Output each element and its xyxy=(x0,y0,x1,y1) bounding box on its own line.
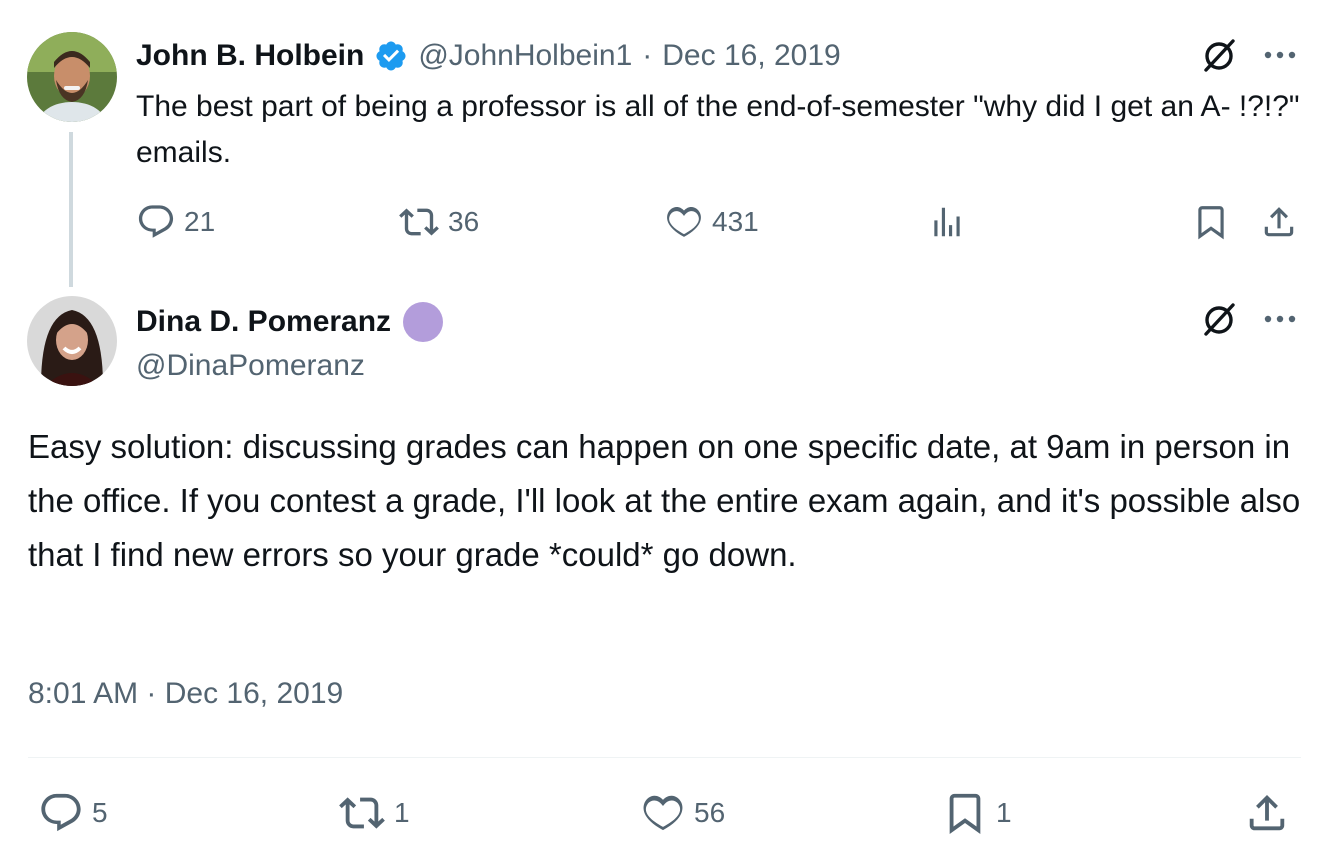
retweet-count: 36 xyxy=(448,206,480,237)
retweet-icon xyxy=(338,790,386,836)
purple-badge-icon xyxy=(403,302,444,342)
heart-icon xyxy=(664,202,704,242)
views-chart-icon[interactable] xyxy=(928,203,966,241)
like-count: 431 xyxy=(712,206,759,237)
share-icon[interactable] xyxy=(1260,202,1298,242)
grok-icon[interactable] xyxy=(1200,36,1238,74)
separator-dot: · xyxy=(642,39,653,72)
main-tweet-text: Easy solution: discussing grades can hap… xyxy=(28,428,1301,573)
verified-badge-icon xyxy=(374,39,408,73)
retweet-button[interactable]: 1 xyxy=(338,790,410,836)
more-options-icon[interactable] xyxy=(1262,309,1298,329)
retweet-button[interactable]: 36 xyxy=(398,202,479,242)
divider xyxy=(28,757,1301,758)
author-name[interactable]: Dina D. Pomeranz xyxy=(136,304,391,340)
grok-icon[interactable] xyxy=(1200,300,1238,338)
thread-line xyxy=(69,132,73,287)
like-button[interactable]: 56 xyxy=(640,790,725,836)
retweet-count: 1 xyxy=(394,797,410,828)
main-tweet-header: Dina D. Pomeranz xyxy=(136,302,444,342)
reply-button[interactable]: 21 xyxy=(136,202,215,242)
avatar-dina-pomeranz[interactable] xyxy=(27,296,117,386)
bookmark-button[interactable]: 1 xyxy=(942,790,1012,836)
author-handle[interactable]: @DinaPomeranz xyxy=(136,348,365,384)
parent-tweet-header: John B. Holbein @JohnHolbein1 · Dec 16, … xyxy=(136,38,841,74)
avatar-john-holbein[interactable] xyxy=(27,32,117,122)
like-button[interactable]: 431 xyxy=(664,202,759,242)
bookmark-count: 1 xyxy=(996,797,1012,828)
reply-count: 21 xyxy=(184,206,216,237)
bookmark-icon xyxy=(942,790,988,836)
retweet-icon xyxy=(398,202,440,242)
author-handle[interactable]: @JohnHolbein1 xyxy=(418,38,632,74)
share-icon[interactable] xyxy=(1244,790,1290,836)
parent-tweet-text: The best part of being a professor is al… xyxy=(136,90,1300,169)
reply-icon xyxy=(136,202,176,242)
bookmark-icon[interactable] xyxy=(1192,202,1230,242)
tweet-timestamp[interactable]: 8:01 AM · Dec 16, 2019 xyxy=(28,676,343,712)
like-count: 56 xyxy=(694,797,726,828)
reply-button[interactable]: 5 xyxy=(38,790,108,836)
more-options-icon[interactable] xyxy=(1262,45,1298,65)
reply-count: 5 xyxy=(92,797,108,828)
tweet-date[interactable]: Dec 16, 2019 xyxy=(662,38,840,74)
reply-icon xyxy=(38,790,84,836)
author-name[interactable]: John B. Holbein xyxy=(136,38,364,74)
heart-icon xyxy=(640,790,686,836)
